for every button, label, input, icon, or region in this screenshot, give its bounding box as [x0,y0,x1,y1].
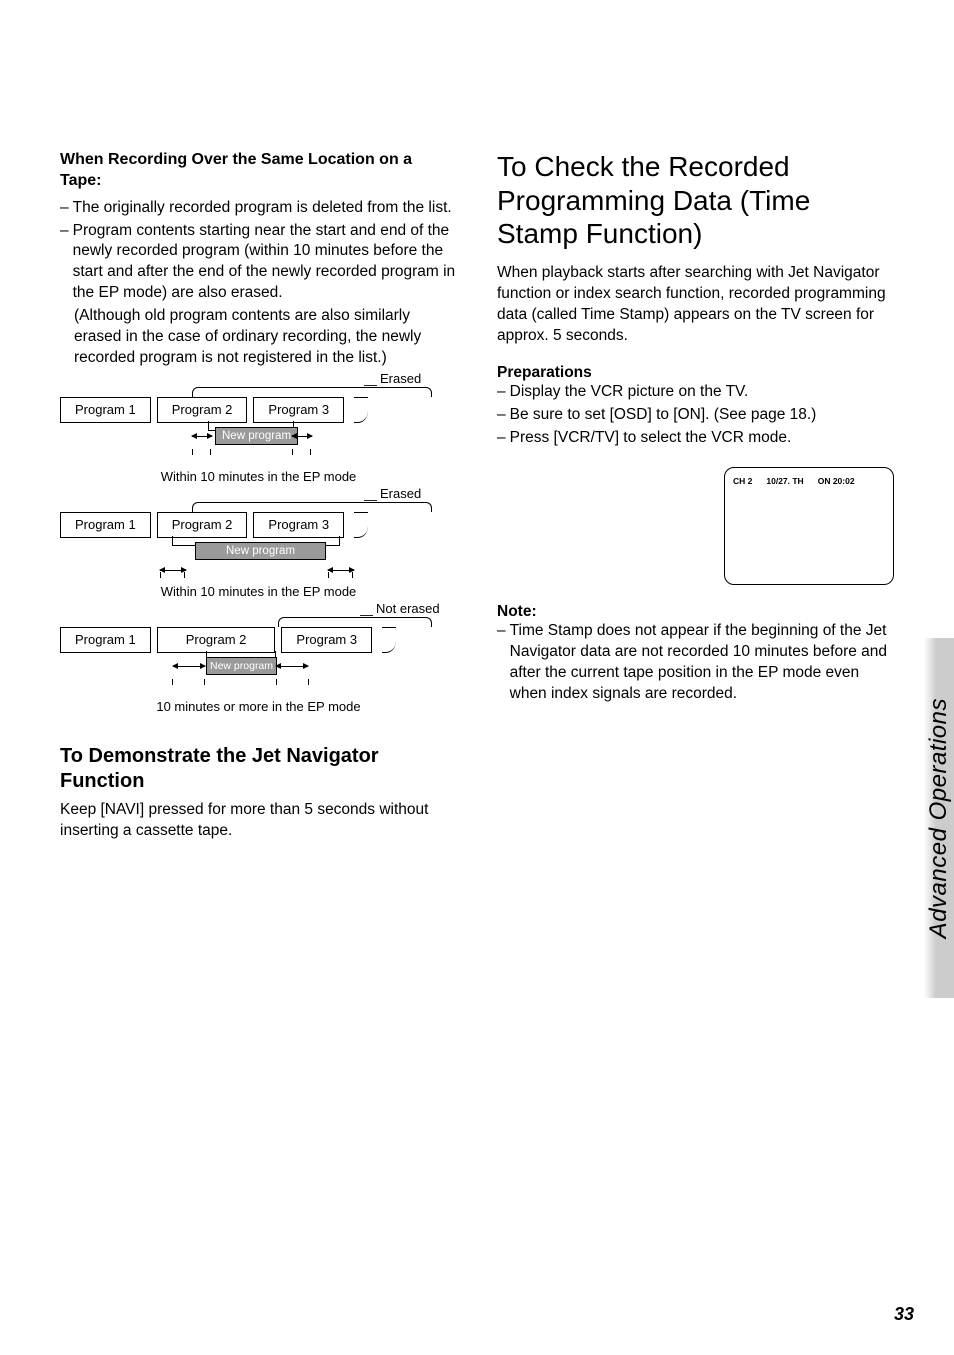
intro-paragraph: When playback starts after searching wit… [497,263,894,347]
program-cell: Program 2 [157,397,248,423]
note-heading: Note: [497,603,894,621]
dash: – [497,621,506,705]
dash: – [497,405,506,426]
side-tab: Advanced Operations [924,638,954,998]
demo-heading: To Demonstrate the Jet Navigator Functio… [60,744,457,794]
right-title: To Check the Recorded Programming Data (… [497,150,894,251]
diagram-3: — Not erased Program 1 Program 2 Program… [60,613,457,714]
program-cell: Program 3 [253,512,344,538]
list-item: – Time Stamp does not appear if the begi… [497,621,894,705]
tv-channel: CH 2 [733,476,752,486]
note-body: Time Stamp does not appear if the beginn… [510,621,894,705]
program-cell: Program 1 [60,512,151,538]
side-tab-label: Advanced Operations [925,698,953,938]
diagram-2: — Erased Program 1 Program 2 Program 3 N… [60,498,457,599]
left-heading: When Recording Over the Same Location on… [60,150,457,192]
item-text: Press [VCR/TV] to select the VCR mode. [510,428,792,449]
dash: – [497,428,506,449]
program-cell: Program 1 [60,397,151,423]
list-item: – Be sure to set [OSD] to [ON]. (See pag… [497,405,894,426]
list-item: – The originally recorded program is del… [60,198,457,219]
program-cell: Program 3 [253,397,344,423]
diagram-caption: Within 10 minutes in the EP mode [60,584,457,599]
paren-note: (Although old program contents are also … [74,306,457,369]
program-cell: Program 1 [60,627,151,653]
item-text: Display the VCR picture on the TV. [510,382,749,403]
dash: – [60,198,69,219]
tv-on-time: ON 20:02 [818,476,855,486]
diagram-caption: 10 minutes or more in the EP mode [60,699,457,714]
erased-label: Erased [380,371,421,386]
diagram-caption: Within 10 minutes in the EP mode [60,469,457,484]
item-text: Be sure to set [OSD] to [ON]. (See page … [510,405,817,426]
program-cell: Program 2 [157,627,276,653]
item-text: Program contents starting near the start… [73,221,457,305]
page-number: 33 [894,1304,914,1325]
program-cell: Program 2 [157,512,248,538]
program-cell: Program 3 [281,627,372,653]
demo-body: Keep [NAVI] pressed for more than 5 seco… [60,800,457,842]
diagram-1: — Erased Program 1 Program 2 Program 3 N… [60,383,457,484]
new-program-box: New program [215,427,298,445]
tv-screen: CH 2 10/27. TH ON 20:02 [724,467,894,585]
list-item: – Display the VCR picture on the TV. [497,382,894,403]
list-item: – Program contents starting near the sta… [60,221,457,305]
dash: – [60,221,69,305]
dash: – [497,382,506,403]
not-erased-label: Not erased [376,601,440,616]
tv-date: 10/27. TH [766,476,803,486]
new-program-box: New program [195,542,326,560]
item-text: The originally recorded program is delet… [73,198,452,219]
list-item: – Press [VCR/TV] to select the VCR mode. [497,428,894,449]
preparations-heading: Preparations [497,364,894,382]
erased-label: Erased [380,486,421,501]
new-program-box: New program [206,657,277,675]
